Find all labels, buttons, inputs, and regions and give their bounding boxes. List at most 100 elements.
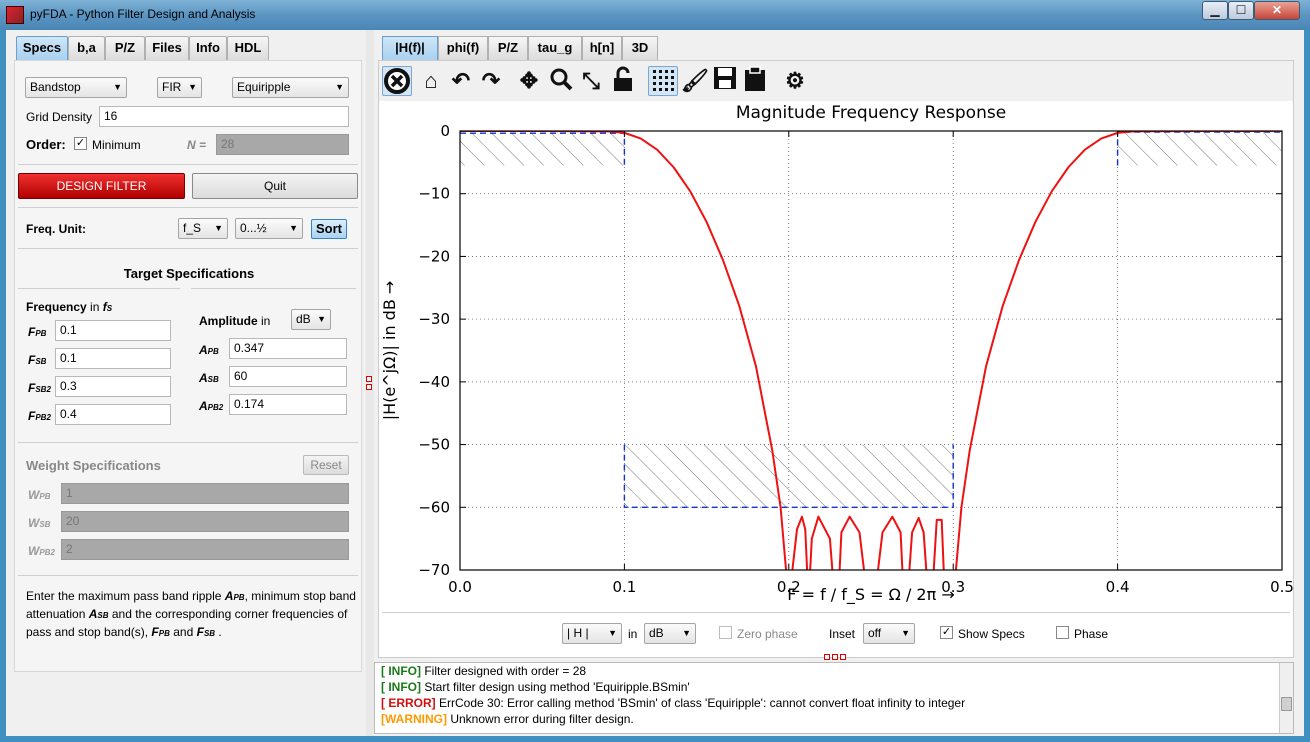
lock-icon[interactable] [608,66,638,96]
magnitude-response-chart[interactable]: Magnitude Frequency Response 0.0 0.1 0.2 0.… [379,100,1293,610]
tab-files[interactable]: Files [145,36,189,60]
clipboard-icon[interactable] [740,66,770,96]
f-pb-label: FPB [28,325,47,339]
log-console[interactable]: [ INFO] Filter designed with order = 28 … [374,662,1294,734]
tab-hdl[interactable]: HDL [227,36,269,60]
in-label: in [628,627,638,641]
inset-select[interactable]: off ▼ [863,623,915,644]
amplitude-unit-select[interactable]: dB ▼ [291,309,331,330]
magnitude-unit-select[interactable]: dB ▼ [644,623,696,644]
f-pb2-label: FPB2 [28,409,51,423]
log-line: [ INFO] Start filter design using method… [381,680,690,694]
a-pb2-input[interactable]: 0.174 [229,394,347,415]
log-line: [WARNING] Unknown error during filter de… [381,712,634,726]
brush-icon[interactable]: 🖌 [680,66,710,96]
save-icon[interactable] [710,66,740,96]
magnitude-series-line [460,131,1282,570]
data-layer [460,131,1282,570]
weight-specs-title: Weight Specifications [26,458,161,473]
quit-button[interactable]: Quit [192,173,358,199]
inset-label: Inset [829,627,856,641]
f-sb2-input[interactable]: 0.3 [55,376,171,397]
log-scrollbar[interactable] [1279,663,1293,733]
panel-splitter[interactable] [366,30,374,736]
client-area: Specs b,a P/Z Files Info HDL Bandstop ▼ F… [6,30,1304,736]
home-icon[interactable]: ⌂ [416,66,446,96]
y-axis-label: |H(e^jΩ)| in dB → [380,281,399,421]
pb1-lower-region [460,133,625,166]
settings-icon[interactable]: ⚙ [780,66,810,96]
reset-weights-button[interactable]: Reset [303,455,349,475]
y-tick-label: −10 [418,185,450,203]
tab-3d[interactable]: 3D [622,36,658,60]
freq-unit-select[interactable]: f_S ▼ [178,218,228,239]
f-pb-input[interactable]: 0.1 [55,320,171,341]
pan-icon[interactable]: ✥ [514,66,544,96]
grid-density-input[interactable]: 16 [99,106,349,127]
splitter-handle[interactable] [366,376,372,382]
y-tick-label: −50 [418,436,450,454]
pb1-upper-region [460,118,624,131]
order-n-input[interactable]: 28 [216,134,349,155]
f-pb2-input[interactable]: 0.4 [55,404,171,425]
a-sb-input[interactable]: 60 [229,366,347,387]
f-sb2-label: FSB2 [28,381,51,395]
tab-ba[interactable]: b,a [68,36,105,60]
show-specs-label: Show Specs [958,627,1025,641]
y-tick-label: −20 [418,247,450,265]
close-window-button[interactable]: ✕ [1254,1,1300,20]
spec-limits [460,118,1282,508]
frequency-header: Frequency in fS [26,300,113,314]
design-method-select[interactable]: Equiripple ▼ [232,77,349,98]
zoom-icon[interactable] [546,66,576,96]
response-type-select[interactable]: Bandstop ▼ [25,77,127,98]
magnitude-type-select[interactable]: | H | ▼ [562,623,622,644]
filter-class-select[interactable]: FIR ▼ [157,77,202,98]
tab-pz-plot[interactable]: P/Z [488,36,528,60]
close-circle-icon[interactable] [382,66,412,96]
left-panel: Specs b,a P/Z Files Info HDL Bandstop ▼ F… [6,30,366,736]
tab-pz[interactable]: P/Z [105,36,145,60]
show-specs-checkbox[interactable]: ✓ [940,626,953,639]
minimum-order-checkbox[interactable]: ✓ [74,137,87,150]
zero-phase-checkbox[interactable] [719,626,732,639]
pb2-lower-region [1117,132,1282,166]
undo-icon[interactable]: ↶ [446,66,476,96]
freq-range-select[interactable]: 0...½ ▼ [235,218,303,239]
tab-specs[interactable]: Specs [16,36,68,60]
redo-icon[interactable]: ↷ [476,66,506,96]
x-tick-label: 0.5 [1270,578,1293,596]
y-tick-label: 0 [440,122,450,140]
right-panel: |H(f)| phi(f) P/Z tau_g h[n] 3D ⌂ ↶ ↷ ✥ … [374,30,1304,736]
scrollbar-thumb[interactable] [1281,697,1292,711]
phase-checkbox[interactable] [1056,626,1069,639]
tab-impulse[interactable]: h[n] [582,36,622,60]
chart-title: Magnitude Frequency Response [736,103,1006,123]
w-pb-input[interactable]: 1 [61,483,349,504]
minimize-button[interactable]: ▁ [1202,1,1228,20]
design-filter-button[interactable]: DESIGN FILTER [18,173,185,199]
phase-label: Phase [1074,627,1109,641]
w-pb2-input[interactable]: 2 [61,539,349,560]
freq-unit-label: Freq. Unit: [26,222,86,236]
y-tick-label: −60 [418,498,450,516]
help-text: Enter the maximum pass band ripple APB, … [26,589,356,639]
x-tick-label: 0.4 [1106,578,1130,596]
w-pb2-label: WPB2 [28,544,55,558]
sort-button[interactable]: Sort [311,219,347,239]
tab-phase[interactable]: phi(f) [438,36,488,60]
x-tick-label: 0.1 [612,578,636,596]
x-axis-label: F = f / f_S = Ω / 2π → [787,585,954,605]
window-title: pyFDA - Python Filter Design and Analysi… [30,7,256,21]
w-pb-label: WPB [28,488,51,502]
tab-magnitude[interactable]: |H(f)| [382,36,438,60]
tab-group-delay[interactable]: tau_g [528,36,582,60]
f-sb-input[interactable]: 0.1 [55,348,171,369]
a-pb-input[interactable]: 0.347 [229,338,347,359]
log-splitter-handle[interactable] [824,654,830,660]
w-sb-input[interactable]: 20 [61,511,349,532]
tab-info[interactable]: Info [189,36,227,60]
grid-icon[interactable] [648,66,678,96]
fit-view-icon[interactable]: ⤡ [576,66,606,96]
maximize-button[interactable]: ☐ [1228,1,1254,20]
